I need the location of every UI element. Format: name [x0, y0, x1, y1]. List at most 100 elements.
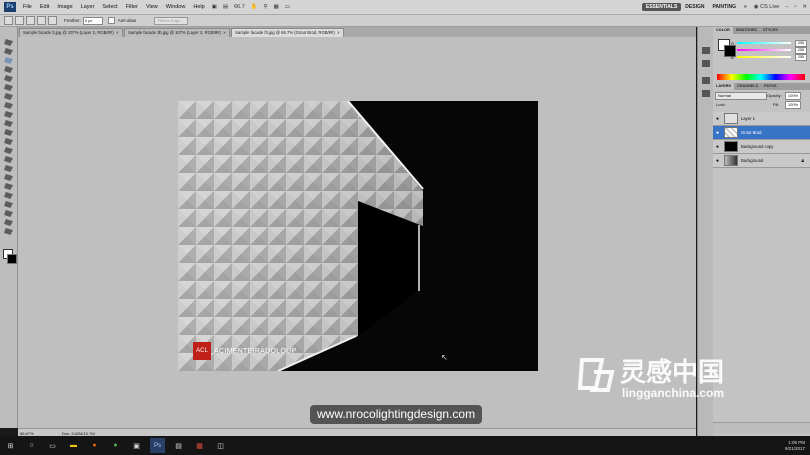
path-select-tool-icon[interactable]: [4, 183, 13, 190]
chrome-icon[interactable]: ●: [108, 438, 123, 453]
clone-stamp-tool-icon[interactable]: [4, 111, 13, 118]
app-icon[interactable]: ▣: [129, 438, 144, 453]
screen-mode-icon[interactable]: ▭: [282, 4, 293, 10]
windows-start-icon[interactable]: ⊞: [3, 438, 18, 453]
intersect-selection-icon[interactable]: [48, 16, 57, 25]
crop-tool-icon[interactable]: [4, 75, 13, 82]
menu-window[interactable]: Window: [162, 4, 190, 10]
menu-view[interactable]: View: [142, 4, 162, 10]
zoom-level-dropdown[interactable]: 66.7: [231, 4, 248, 10]
bridge-icon[interactable]: ▣: [209, 4, 220, 10]
arrange-documents-icon[interactable]: ▦: [271, 4, 282, 10]
mini-bridge-icon[interactable]: ▤: [220, 4, 231, 10]
menu-image[interactable]: Image: [53, 4, 76, 10]
maximize-button[interactable]: ▫: [791, 4, 799, 10]
red-value-input[interactable]: 255: [795, 39, 807, 47]
3d-rotate-tool-icon[interactable]: [4, 201, 13, 208]
visibility-eye-icon[interactable]: ●: [713, 158, 722, 164]
app-icon[interactable]: ▦: [192, 438, 207, 453]
type-tool-icon[interactable]: [4, 174, 13, 181]
visibility-eye-icon[interactable]: ●: [713, 116, 722, 122]
refine-edge-button[interactable]: Refine Edge...: [154, 16, 188, 25]
menu-layer[interactable]: Layer: [77, 4, 99, 10]
close-icon[interactable]: ✕: [116, 29, 119, 37]
workspace-design[interactable]: DESIGN: [681, 3, 708, 11]
green-value-input[interactable]: 255: [795, 46, 807, 54]
brush-tool-icon[interactable]: [4, 102, 13, 109]
hand-tool-icon[interactable]: [4, 219, 13, 226]
pen-tool-icon[interactable]: [4, 165, 13, 172]
blue-value-input[interactable]: 255: [795, 53, 807, 61]
firefox-icon[interactable]: ●: [87, 438, 102, 453]
fill-input[interactable]: 100%: [785, 101, 801, 109]
tab-styles[interactable]: STYLES: [760, 27, 781, 34]
menu-edit[interactable]: Edit: [36, 4, 53, 10]
shape-tool-icon[interactable]: [4, 192, 13, 199]
hand-tool-icon[interactable]: ✋: [248, 4, 261, 10]
tab-swatches[interactable]: SWATCHES: [733, 27, 760, 34]
menu-file[interactable]: File: [19, 4, 36, 10]
clone-source-panel-icon[interactable]: [702, 90, 710, 97]
history-brush-tool-icon[interactable]: [4, 120, 13, 127]
app-icon[interactable]: ◫: [213, 438, 228, 453]
feather-input[interactable]: 0 px: [82, 16, 103, 25]
menu-help[interactable]: Help: [189, 4, 208, 10]
close-button[interactable]: ✕: [799, 4, 810, 10]
tab-channels[interactable]: CHANNELS: [734, 83, 761, 90]
cs-live-button[interactable]: ◉ CS Live: [751, 4, 783, 10]
minimize-button[interactable]: –: [782, 4, 791, 10]
tab-sample-facade-3b[interactable]: Sample facade 3b.jpg @ 107% (Layer 2, RG…: [123, 28, 231, 37]
task-view-icon[interactable]: ▭: [45, 438, 60, 453]
menu-select[interactable]: Select: [98, 4, 121, 10]
dodge-tool-icon[interactable]: [4, 156, 13, 163]
status-zoom[interactable]: 66.67%: [18, 431, 42, 436]
workspace-essentials[interactable]: ESSENTIALS: [641, 3, 682, 11]
tab-layers[interactable]: LAYERS: [713, 83, 735, 90]
info-panel-icon[interactable]: [702, 60, 710, 67]
tab-paths[interactable]: PATHS: [761, 83, 779, 90]
menu-filter[interactable]: Filter: [122, 4, 142, 10]
tab-color[interactable]: COLOR: [713, 27, 733, 34]
lasso-tool-icon[interactable]: [4, 57, 13, 64]
layer-row-background[interactable]: ● Background 🔒︎: [713, 154, 810, 168]
search-icon[interactable]: ○: [24, 438, 39, 453]
tab-sample-facade-f3[interactable]: Sample facade f3.jpg @ 66.7% (Grout Brod…: [231, 28, 345, 37]
add-selection-icon[interactable]: [26, 16, 35, 25]
subtract-selection-icon[interactable]: [37, 16, 46, 25]
app-icon[interactable]: ▤: [171, 438, 186, 453]
brush-panel-icon[interactable]: [702, 77, 710, 84]
more-workspaces-icon[interactable]: »: [740, 3, 751, 11]
eyedropper-tool-icon[interactable]: [4, 84, 13, 91]
antialias-checkbox[interactable]: [107, 17, 115, 24]
gradient-tool-icon[interactable]: [4, 138, 13, 145]
background-color-tool-swatch[interactable]: [7, 254, 17, 264]
opacity-input[interactable]: 100%: [785, 92, 801, 100]
quick-select-tool-icon[interactable]: [4, 66, 13, 73]
zoom-tool-icon[interactable]: ⚲: [261, 4, 271, 10]
visibility-eye-icon[interactable]: ●: [713, 144, 722, 150]
tab-sample-facade-3[interactable]: Sample facade 3.jpg @ 107% (Layer 2, RGB…: [19, 28, 123, 37]
close-icon[interactable]: ✕: [223, 29, 226, 37]
eraser-tool-icon[interactable]: [4, 129, 13, 136]
blue-slider[interactable]: [737, 56, 791, 58]
photoshop-taskbar-icon[interactable]: Ps: [150, 438, 165, 453]
tool-preset-icon[interactable]: [4, 16, 13, 25]
visibility-eye-icon[interactable]: ●: [713, 130, 722, 136]
blend-mode-select[interactable]: Normal: [715, 92, 767, 100]
history-panel-icon[interactable]: [702, 47, 710, 54]
healing-tool-icon[interactable]: [4, 93, 13, 100]
color-spectrum-bar[interactable]: [717, 74, 805, 80]
file-explorer-icon[interactable]: ▬: [66, 438, 81, 453]
close-icon[interactable]: ✕: [337, 29, 340, 37]
marquee-tool-icon[interactable]: [4, 48, 13, 55]
layer-row-grout-brod[interactable]: ● Grout Brod: [713, 126, 810, 140]
workspace-painting[interactable]: PAINTING: [708, 3, 740, 11]
move-tool-icon[interactable]: [4, 39, 13, 46]
zoom-tool-icon[interactable]: [4, 228, 13, 235]
blur-tool-icon[interactable]: [4, 147, 13, 154]
3d-orbit-tool-icon[interactable]: [4, 210, 13, 217]
new-selection-icon[interactable]: [15, 16, 24, 25]
layer-row-layer-1[interactable]: ● Layer 1: [713, 112, 810, 126]
red-slider[interactable]: [737, 42, 791, 44]
system-clock[interactable]: 1:05 PM 9/21/2017: [785, 440, 805, 452]
